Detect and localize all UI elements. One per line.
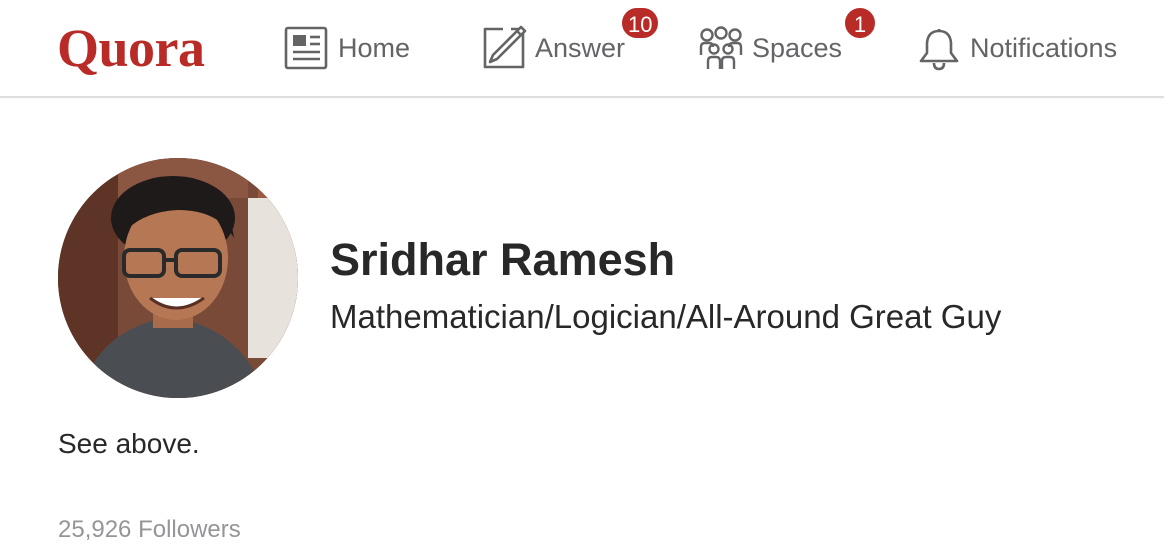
- spaces-count-badge: 1: [843, 6, 877, 40]
- profile-bio: See above.: [58, 428, 200, 459]
- nav-home[interactable]: Home: [284, 24, 410, 72]
- profile-name: Sridhar Ramesh: [330, 234, 676, 285]
- answer-count-badge: 10: [620, 6, 661, 40]
- nav-spaces-label: Spaces: [752, 32, 843, 63]
- nav-spaces[interactable]: Spaces: [698, 24, 842, 72]
- nav-answer-label: Answer: [535, 32, 626, 63]
- top-navigation-bar: Quora Home Answer 10 Spaces 1 Notificati…: [0, 0, 1164, 98]
- news-feed-icon: [284, 25, 330, 71]
- nav-answer[interactable]: Answer: [481, 24, 625, 72]
- quora-logo[interactable]: Quora: [57, 16, 205, 80]
- pencil-square-icon: [481, 25, 527, 71]
- bell-icon: [916, 25, 962, 71]
- people-group-icon: [698, 25, 744, 71]
- nav-home-label: Home: [338, 32, 411, 63]
- profile-photo: [58, 158, 298, 398]
- profile-tagline: Mathematician/Logician/All-Around Great …: [330, 298, 1002, 335]
- nav-notifications[interactable]: Notifications: [916, 24, 1117, 72]
- followers-count[interactable]: 25,926 Followers: [58, 516, 241, 544]
- avatar[interactable]: [58, 158, 298, 398]
- nav-notifications-label: Notifications: [970, 32, 1118, 63]
